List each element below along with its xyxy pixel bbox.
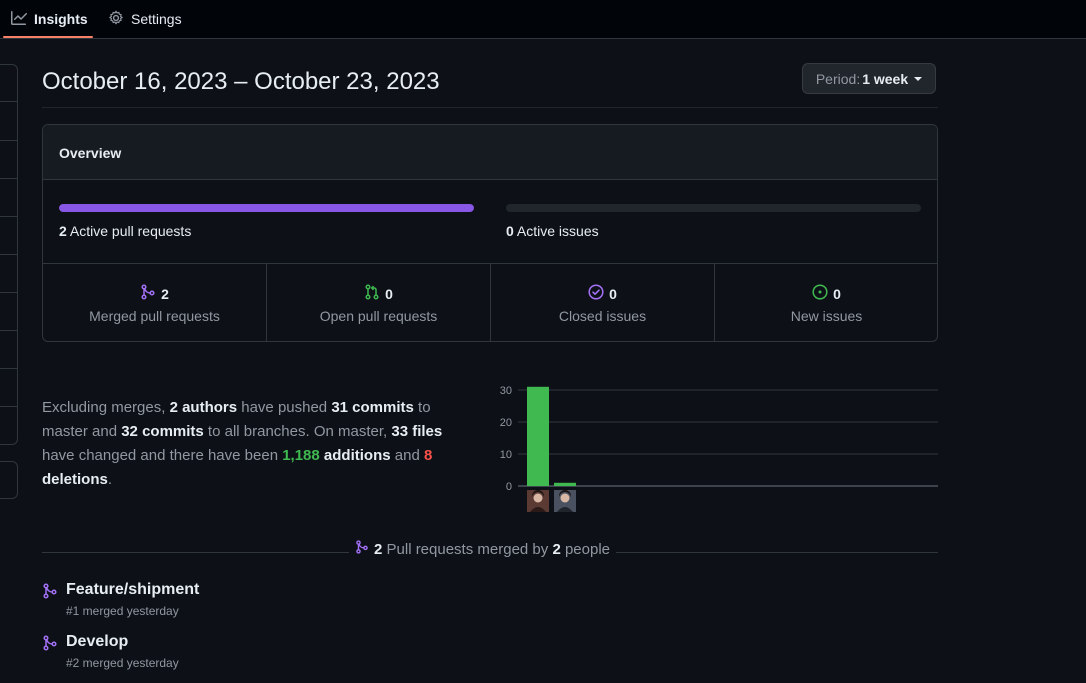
period-value: 1 week bbox=[862, 70, 909, 87]
insights-sidebar[interactable] bbox=[0, 64, 18, 445]
active-issues-label: Active issues bbox=[516, 223, 599, 239]
active-tab-indicator bbox=[3, 36, 93, 38]
gear-icon bbox=[108, 10, 124, 29]
sidebar-divider bbox=[0, 330, 17, 331]
overview-header: Overview bbox=[43, 125, 937, 180]
title-divider bbox=[42, 107, 938, 108]
active-issues-bar bbox=[506, 204, 921, 212]
pr-title-link[interactable]: Feature/shipment bbox=[66, 581, 199, 599]
summary-text: to all branches. On master, bbox=[203, 423, 392, 440]
active-prs-link[interactable]: 2 Active pull requests bbox=[59, 223, 191, 239]
pr-title-link[interactable]: Develop bbox=[66, 633, 128, 651]
closed-issues-count: 0 bbox=[609, 285, 617, 302]
caret-down-icon bbox=[914, 76, 923, 81]
issue-opened-icon bbox=[812, 284, 828, 303]
summary-text: have pushed bbox=[237, 399, 332, 416]
chart-bar bbox=[554, 482, 576, 486]
sidebar-divider bbox=[0, 292, 17, 293]
summary-deletions-count: 8 bbox=[423, 447, 433, 464]
avatar-face bbox=[533, 493, 543, 503]
sidebar-divider bbox=[0, 216, 17, 217]
y-tick-label: 10 bbox=[500, 449, 512, 461]
summary-text: Excluding merges, bbox=[42, 399, 170, 416]
merged-prs-label: Merged pull requests bbox=[89, 308, 220, 324]
sidebar-divider bbox=[0, 368, 17, 369]
open-prs-label: Open pull requests bbox=[319, 308, 438, 324]
merged-prs-count: 2 bbox=[161, 285, 169, 302]
sidebar-divider bbox=[0, 406, 17, 407]
period-select-button[interactable]: Period: 1 week bbox=[802, 63, 936, 94]
tab-settings[interactable]: Settings bbox=[108, 0, 182, 38]
issue-closed-icon bbox=[588, 284, 604, 303]
summary-authors: 2 authors bbox=[169, 399, 238, 416]
active-issues-link[interactable]: 0 Active issues bbox=[506, 223, 599, 239]
commit-summary: Excluding merges, 2 authors have pushed … bbox=[42, 396, 472, 492]
active-issues-count: 0 bbox=[506, 223, 514, 239]
chart-bar bbox=[527, 386, 549, 486]
overview-heading: Overview bbox=[59, 145, 122, 161]
summary-text: and bbox=[390, 447, 424, 464]
active-prs-bar bbox=[59, 204, 474, 212]
merge-icon bbox=[42, 583, 58, 602]
repo-nav: Insights Settings bbox=[0, 0, 1086, 39]
summary-files: 33 files bbox=[391, 423, 443, 440]
summary-additions-word: additions bbox=[319, 447, 391, 464]
stat-open-prs[interactable]: 0 Open pull requests bbox=[266, 264, 490, 341]
overview-box: Overview 2 Active pull requests 0 Active… bbox=[42, 124, 938, 342]
summary-text: have changed and there have been bbox=[42, 447, 283, 464]
active-prs-bar-fill bbox=[59, 204, 474, 212]
graph-icon bbox=[11, 10, 28, 29]
pr-meta: #1 merged yesterday bbox=[66, 604, 179, 618]
sidebar-divider bbox=[0, 178, 17, 179]
sidebar-divider bbox=[0, 101, 17, 102]
merge-icon bbox=[355, 540, 369, 558]
summary-commits-all: 32 commits bbox=[121, 423, 204, 440]
sidebar-button[interactable] bbox=[0, 461, 18, 499]
active-prs-label: Active pull requests bbox=[69, 223, 192, 239]
page-title: October 16, 2023 – October 23, 2023 bbox=[42, 68, 440, 95]
author-avatar[interactable] bbox=[554, 490, 576, 512]
merged-text: people bbox=[560, 540, 610, 558]
sidebar-divider bbox=[0, 140, 17, 141]
author-avatar[interactable] bbox=[527, 490, 549, 512]
summary-commits-master: 31 commits bbox=[331, 399, 414, 416]
y-tick-label: 30 bbox=[500, 385, 512, 397]
summary-deletions-word: deletions bbox=[42, 471, 108, 488]
sidebar-divider bbox=[0, 254, 17, 255]
new-issues-count: 0 bbox=[833, 285, 841, 302]
tab-insights[interactable]: Insights bbox=[11, 0, 88, 38]
merged-text: Pull requests merged by bbox=[382, 540, 553, 558]
merge-icon bbox=[42, 635, 58, 654]
pull-request-icon bbox=[364, 284, 380, 303]
active-prs-count: 2 bbox=[59, 223, 67, 239]
stat-new-issues[interactable]: 0 New issues bbox=[714, 264, 938, 341]
merge-icon bbox=[140, 284, 156, 303]
period-prefix: Period: bbox=[815, 70, 861, 87]
stat-merged-prs[interactable]: 2 Merged pull requests bbox=[43, 264, 266, 341]
merged-prs-heading: 2 Pull requests merged by 2 people bbox=[349, 540, 616, 558]
tab-insights-label: Insights bbox=[34, 11, 88, 27]
pr-meta: #2 merged yesterday bbox=[66, 656, 179, 670]
summary-text: . bbox=[107, 471, 113, 488]
y-tick-label: 20 bbox=[500, 417, 512, 429]
new-issues-label: New issues bbox=[790, 308, 863, 324]
commits-by-author-chart: 30 20 10 0 bbox=[500, 385, 938, 512]
merged-people-count: 2 bbox=[552, 540, 561, 558]
tab-settings-label: Settings bbox=[131, 11, 182, 27]
stat-closed-issues[interactable]: 0 Closed issues bbox=[490, 264, 714, 341]
closed-issues-label: Closed issues bbox=[558, 308, 647, 324]
y-tick-label: 0 bbox=[506, 481, 512, 493]
avatar-face bbox=[560, 493, 570, 503]
open-prs-count: 0 bbox=[385, 285, 393, 302]
summary-additions-count: 1,188 bbox=[282, 447, 320, 464]
